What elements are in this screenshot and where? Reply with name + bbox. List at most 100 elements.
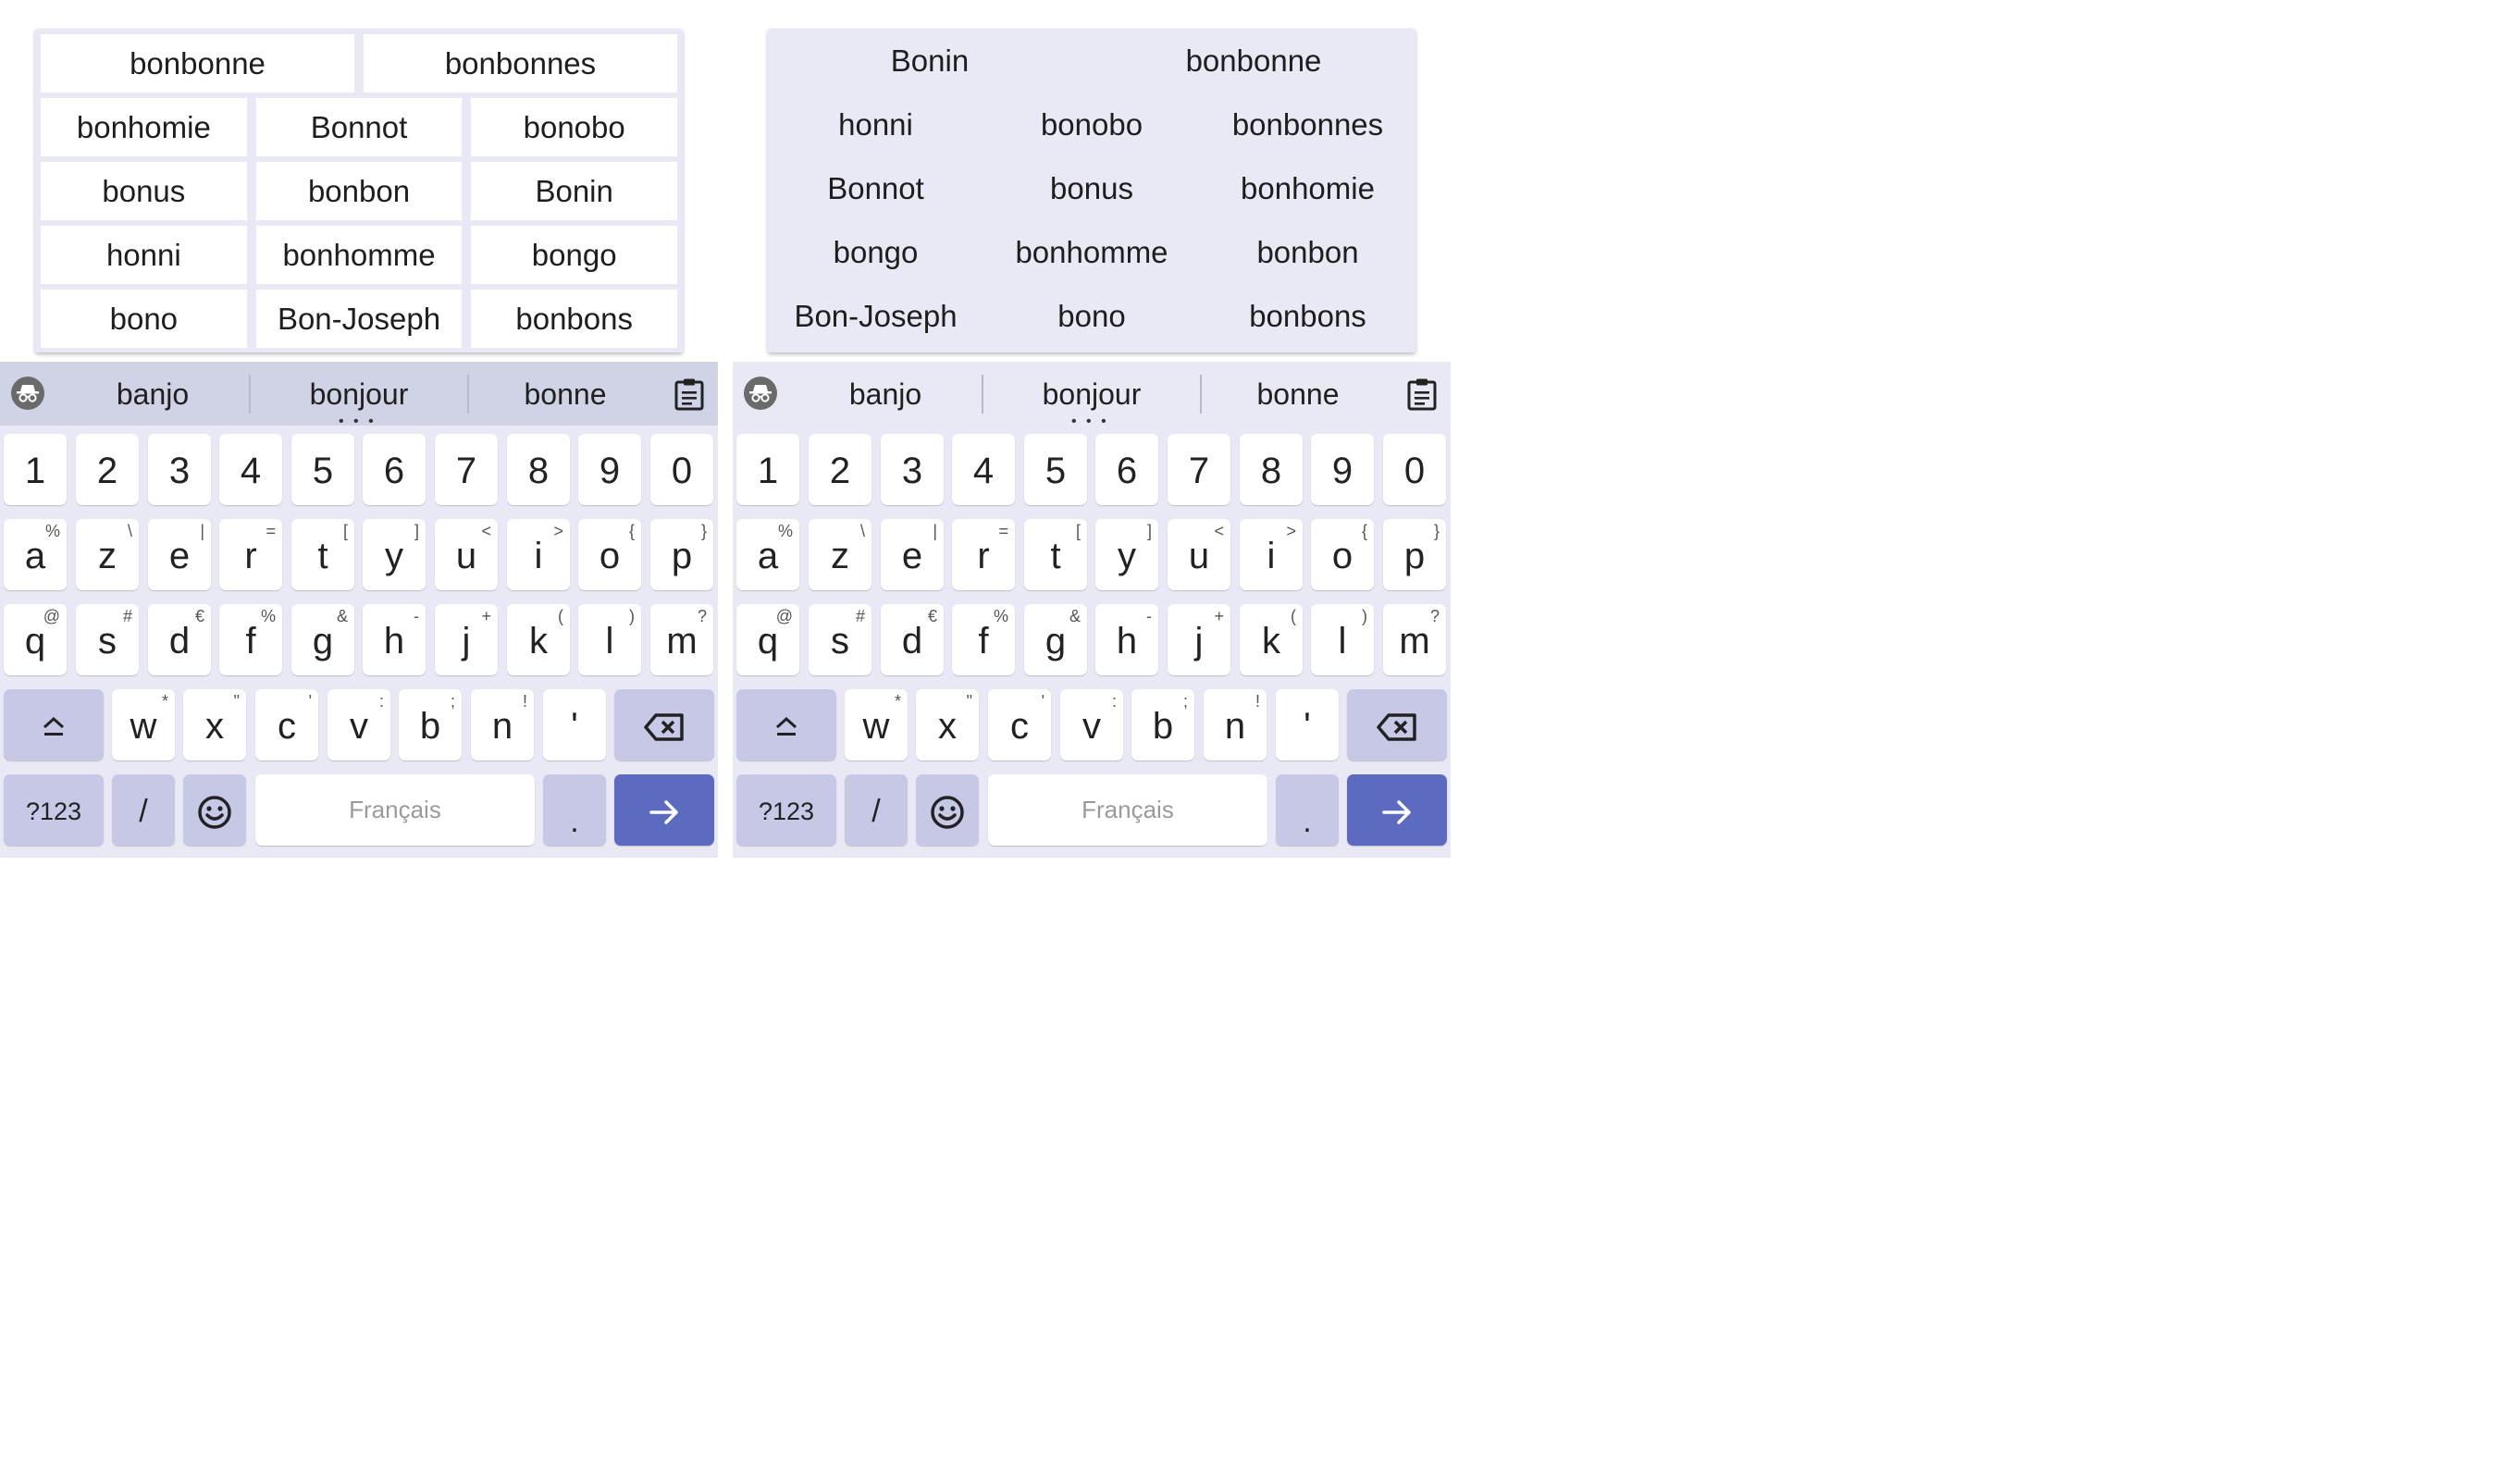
suggestion-right[interactable]: bonne bbox=[469, 371, 661, 417]
suggestion-candidate[interactable]: Bon-Joseph bbox=[768, 284, 983, 348]
backspace-key[interactable] bbox=[1347, 689, 1447, 761]
key-w[interactable]: w * bbox=[112, 689, 175, 761]
suggestion-candidate[interactable]: bono bbox=[983, 284, 1200, 348]
suggestion-center[interactable]: bonjour bbox=[251, 371, 467, 417]
key-a[interactable]: a% bbox=[736, 519, 799, 590]
incognito-icon[interactable] bbox=[11, 377, 44, 410]
key-2[interactable]: 2 bbox=[809, 434, 871, 505]
slash-key[interactable]: / bbox=[112, 774, 175, 846]
suggestion-candidate[interactable]: bonobo bbox=[983, 93, 1200, 156]
key-w[interactable]: w * bbox=[845, 689, 908, 761]
key-g[interactable]: g & bbox=[291, 604, 354, 675]
key-z[interactable]: z \ bbox=[809, 519, 871, 590]
suggestion-center[interactable]: bonjour bbox=[983, 371, 1200, 417]
suggestion-candidate[interactable]: Bon-Joseph bbox=[255, 290, 463, 348]
suggestion-candidate[interactable]: bonbonnes bbox=[364, 34, 677, 93]
period-key[interactable]: . bbox=[1276, 774, 1339, 846]
key-8[interactable]: 8 bbox=[1240, 434, 1303, 505]
key-q[interactable]: q @ bbox=[736, 604, 799, 675]
suggestion-candidate[interactable]: bonbons bbox=[471, 290, 678, 348]
key-1[interactable]: 1 bbox=[736, 434, 799, 505]
key-d[interactable]: d € bbox=[881, 604, 944, 675]
key-f[interactable]: f% bbox=[219, 604, 282, 675]
key-apostrophe[interactable]: ' bbox=[1276, 689, 1339, 761]
key-e[interactable]: e | bbox=[881, 519, 944, 590]
key-v[interactable]: v: bbox=[1060, 689, 1123, 761]
key-c[interactable]: c ' bbox=[988, 689, 1051, 761]
suggestion-candidate[interactable]: bongo bbox=[768, 220, 983, 284]
key-t[interactable]: t[ bbox=[1024, 519, 1087, 590]
key-3[interactable]: 3 bbox=[881, 434, 944, 505]
key-b[interactable]: b; bbox=[1131, 689, 1194, 761]
suggestion-candidate[interactable]: Bonin bbox=[768, 29, 1092, 93]
key-p[interactable]: p} bbox=[650, 519, 713, 590]
key-v[interactable]: v: bbox=[328, 689, 390, 761]
key-1[interactable]: 1 bbox=[4, 434, 67, 505]
key-9[interactable]: 9 bbox=[578, 434, 641, 505]
key-m[interactable]: m? bbox=[1383, 604, 1446, 675]
suggestion-candidate[interactable]: bonbonnes bbox=[1200, 93, 1415, 156]
key-f[interactable]: f% bbox=[952, 604, 1015, 675]
key-4[interactable]: 4 bbox=[219, 434, 282, 505]
key-s[interactable]: s # bbox=[809, 604, 871, 675]
key-l[interactable]: l) bbox=[1311, 604, 1374, 675]
suggestion-candidate[interactable]: bono bbox=[41, 290, 247, 348]
symbols-key[interactable]: ?123 bbox=[736, 774, 836, 846]
key-2[interactable]: 2 bbox=[76, 434, 139, 505]
suggestion-candidate[interactable]: bonhomie bbox=[41, 98, 247, 156]
key-8[interactable]: 8 bbox=[507, 434, 570, 505]
key-z[interactable]: z \ bbox=[76, 519, 139, 590]
more-suggestions-indicator[interactable]: • • • bbox=[1071, 414, 1109, 429]
key-r[interactable]: r = bbox=[219, 519, 282, 590]
key-5[interactable]: 5 bbox=[291, 434, 354, 505]
key-y[interactable]: y] bbox=[1095, 519, 1158, 590]
key-a[interactable]: a% bbox=[4, 519, 67, 590]
space-bar[interactable]: Français bbox=[255, 774, 535, 846]
key-g[interactable]: g & bbox=[1024, 604, 1087, 675]
suggestion-candidate[interactable]: Bonnot bbox=[255, 98, 463, 156]
key-h[interactable]: h- bbox=[1095, 604, 1158, 675]
suggestion-candidate[interactable]: bonus bbox=[983, 156, 1200, 220]
suggestion-candidate[interactable]: bonus bbox=[41, 162, 247, 220]
suggestion-candidate[interactable]: bonhomme bbox=[255, 226, 463, 284]
key-j[interactable]: j + bbox=[1168, 604, 1230, 675]
key-5[interactable]: 5 bbox=[1024, 434, 1087, 505]
key-6[interactable]: 6 bbox=[1095, 434, 1158, 505]
key-k[interactable]: k( bbox=[1240, 604, 1303, 675]
key-k[interactable]: k( bbox=[507, 604, 570, 675]
key-n[interactable]: n! bbox=[1204, 689, 1267, 761]
key-x[interactable]: x " bbox=[183, 689, 246, 761]
suggestion-candidate[interactable]: honni bbox=[41, 226, 247, 284]
key-x[interactable]: x " bbox=[916, 689, 979, 761]
key-q[interactable]: q @ bbox=[4, 604, 67, 675]
key-y[interactable]: y] bbox=[363, 519, 426, 590]
suggestion-left[interactable]: banjo bbox=[788, 371, 983, 417]
key-9[interactable]: 9 bbox=[1311, 434, 1374, 505]
key-l[interactable]: l) bbox=[578, 604, 641, 675]
key-e[interactable]: e | bbox=[148, 519, 211, 590]
suggestion-candidate[interactable]: bonbonne bbox=[1092, 29, 1415, 93]
shift-key[interactable] bbox=[4, 689, 104, 761]
key-m[interactable]: m? bbox=[650, 604, 713, 675]
key-s[interactable]: s # bbox=[76, 604, 139, 675]
key-4[interactable]: 4 bbox=[952, 434, 1015, 505]
incognito-icon[interactable] bbox=[744, 377, 777, 410]
suggestion-candidate[interactable]: bonbonne bbox=[41, 34, 354, 93]
key-i[interactable]: i > bbox=[507, 519, 570, 590]
key-u[interactable]: u < bbox=[1168, 519, 1230, 590]
key-u[interactable]: u < bbox=[435, 519, 498, 590]
key-0[interactable]: 0 bbox=[650, 434, 713, 505]
key-7[interactable]: 7 bbox=[1168, 434, 1230, 505]
suggestion-candidate[interactable]: Bonnot bbox=[768, 156, 983, 220]
suggestion-candidate[interactable]: bongo bbox=[471, 226, 678, 284]
suggestion-right[interactable]: bonne bbox=[1202, 371, 1394, 417]
suggestion-candidate[interactable]: bonobo bbox=[471, 98, 678, 156]
enter-key[interactable] bbox=[1347, 774, 1447, 846]
suggestion-left[interactable]: banjo bbox=[56, 371, 250, 417]
key-i[interactable]: i > bbox=[1240, 519, 1303, 590]
key-7[interactable]: 7 bbox=[435, 434, 498, 505]
key-n[interactable]: n! bbox=[471, 689, 534, 761]
key-h[interactable]: h- bbox=[363, 604, 426, 675]
key-6[interactable]: 6 bbox=[363, 434, 426, 505]
slash-key[interactable]: / bbox=[845, 774, 908, 846]
